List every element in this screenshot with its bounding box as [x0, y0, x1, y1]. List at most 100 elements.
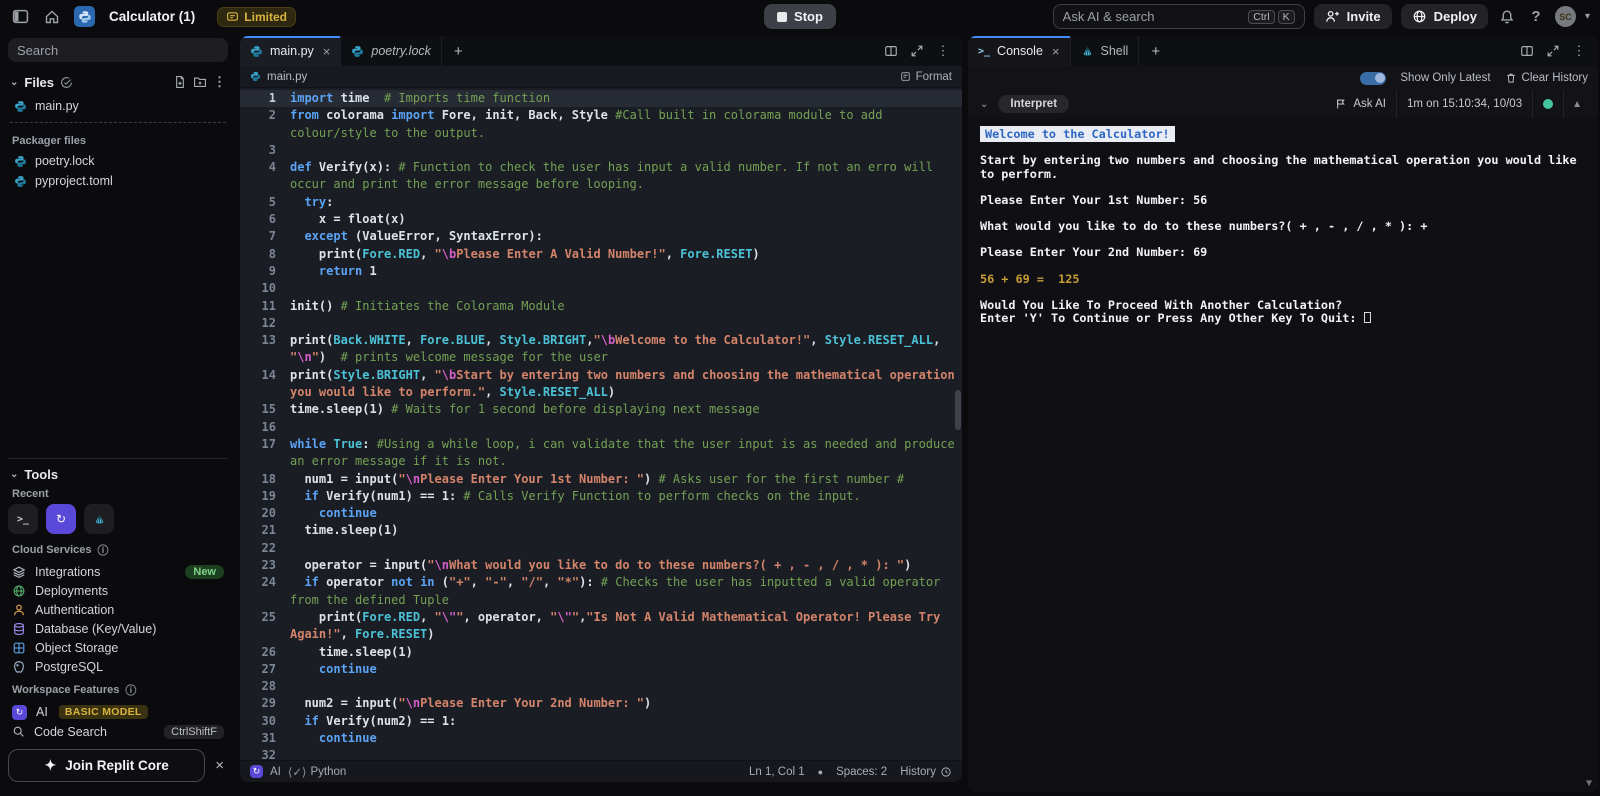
split-pane-icon[interactable]	[880, 40, 902, 62]
tool-item[interactable]: ↻ AI BASIC MODEL	[8, 702, 228, 722]
tab-main.py[interactable]: main.py ×	[240, 36, 342, 66]
expand-pane-icon[interactable]	[906, 40, 928, 62]
files-menu-kebab-icon[interactable]: ⋮	[213, 74, 226, 90]
ask-ai-search-input[interactable]: Ask AI & search Ctrl K	[1052, 4, 1305, 29]
code-line[interactable]: 6 x = float(x)	[240, 211, 962, 228]
help-icon[interactable]: ?	[1526, 7, 1546, 27]
tool-item[interactable]: Authentication	[8, 600, 228, 619]
scroll-down-icon[interactable]: ▼	[1586, 777, 1592, 790]
file-item[interactable]: main.py	[8, 96, 228, 116]
spaces-setting[interactable]: Spaces: 2	[836, 766, 887, 778]
join-replit-core-button[interactable]: ✦ Join Replit Core	[8, 749, 206, 782]
code-line[interactable]: 9 return 1	[240, 263, 962, 280]
sidebar-toggle-icon[interactable]	[10, 7, 30, 27]
code-line[interactable]: 8 print(Fore.RED, "\bPlease Enter A Vali…	[240, 246, 962, 263]
tools-header[interactable]: ⌄ Tools	[10, 467, 226, 482]
code-line[interactable]: 31 continue	[240, 730, 962, 747]
close-tab-icon[interactable]: ×	[1052, 44, 1060, 59]
tab-Console[interactable]: >_ Console ×	[968, 36, 1071, 66]
avatar[interactable]: SC	[1554, 6, 1576, 27]
new-file-icon[interactable]	[173, 75, 187, 89]
code-line[interactable]: 22	[240, 540, 962, 557]
deploy-button[interactable]: Deploy	[1400, 4, 1488, 29]
code-line[interactable]: 25 print(Fore.RED, "\"", operator, "\"",…	[240, 609, 962, 644]
packager-file-item[interactable]: pyproject.toml	[8, 171, 228, 191]
recent-tool-shell-icon[interactable]	[84, 504, 114, 534]
code-line[interactable]: 13 print(Back.WHITE, Fore.BLUE, Style.BRI…	[240, 332, 962, 367]
ai-status-icon[interactable]: ↻	[250, 765, 263, 778]
code-line[interactable]: 5 try:	[240, 194, 962, 211]
tab-poetry.lock[interactable]: poetry.lock	[341, 36, 442, 66]
ask-ai-button[interactable]: Ask AI	[1325, 90, 1396, 118]
code-line[interactable]: 14 print(Style.BRIGHT, "\bStart by enteri…	[240, 367, 962, 402]
code-line[interactable]: 18 num1 = input("\nPlease Enter Your 1st…	[240, 471, 962, 488]
new-folder-icon[interactable]	[193, 75, 207, 89]
close-tab-icon[interactable]: ×	[323, 44, 331, 59]
run-timestamp[interactable]: 1m on 15:10:34, 10/03	[1396, 90, 1532, 118]
sidebar-search-input[interactable]	[8, 38, 228, 62]
code-line[interactable]: 32	[240, 747, 962, 760]
editor-scrollbar[interactable]	[955, 390, 961, 430]
code-line[interactable]: 23 operator = input("\nWhat would you li…	[240, 557, 962, 574]
pane-menu-kebab-icon[interactable]: ⋮	[932, 40, 954, 62]
format-button[interactable]: Format	[900, 71, 952, 83]
pane-menu-kebab-icon[interactable]: ⋮	[1568, 40, 1590, 62]
ai-status-label[interactable]: AI	[270, 766, 281, 778]
tool-item[interactable]: PostgreSQL	[8, 657, 228, 676]
tab-Shell[interactable]: Shell	[1071, 36, 1140, 66]
code-editor[interactable]: 1 import time # Imports time function 2 fro…	[240, 88, 962, 760]
invite-button[interactable]: Invite	[1313, 4, 1392, 29]
stop-button[interactable]: Stop	[764, 4, 836, 29]
code-line[interactable]: 24 if operator not in ("+", "-", "/", "*…	[240, 574, 962, 609]
show-only-latest-toggle[interactable]	[1360, 71, 1387, 85]
code-line[interactable]: 12	[240, 315, 962, 332]
console-output[interactable]: Welcome to the Calculator! Start by enter…	[968, 118, 1598, 792]
tool-item[interactable]: Deployments	[8, 581, 228, 600]
split-pane-icon[interactable]	[1516, 40, 1538, 62]
code-line[interactable]: 26 time.sleep(1)	[240, 644, 962, 661]
code-line[interactable]: 10	[240, 280, 962, 297]
code-line[interactable]: 29 num2 = input("\nPlease Enter Your 2nd…	[240, 695, 962, 712]
tool-item[interactable]: Code Search CtrlShiftF	[8, 722, 228, 741]
tool-item[interactable]: Integrations New	[8, 562, 228, 581]
new-tab-button[interactable]: +	[442, 36, 475, 66]
packager-file-item[interactable]: poetry.lock	[8, 151, 228, 171]
code-line[interactable]: 30 if Verify(num2) == 1:	[240, 713, 962, 730]
code-line[interactable]: 2 from colorama import Fore, init, Back, …	[240, 107, 962, 142]
recent-tool-terminal-icon[interactable]: >_	[8, 504, 38, 534]
cursor-position[interactable]: Ln 1, Col 1	[749, 766, 805, 778]
files-header[interactable]: ⌄ Files ⋮	[10, 74, 226, 90]
recent-tool-ai-icon[interactable]: ↻	[46, 504, 76, 534]
clear-history-button[interactable]: Clear History	[1505, 72, 1588, 84]
dismiss-join-core-icon[interactable]: ×	[211, 757, 228, 774]
model-badge: BASIC MODEL	[58, 705, 148, 719]
expand-pane-icon[interactable]	[1542, 40, 1564, 62]
code-line[interactable]: 17 while True: #Using a while loop, i can…	[240, 436, 962, 471]
code-line[interactable]: 21 time.sleep(1)	[240, 522, 962, 539]
code-line[interactable]: 27 continue	[240, 661, 962, 678]
code-line[interactable]: 20 continue	[240, 505, 962, 522]
code-line[interactable]: 3	[240, 142, 962, 159]
home-icon[interactable]	[42, 7, 62, 27]
repl-title[interactable]: Calculator (1)	[109, 9, 195, 24]
tool-item[interactable]: Database (Key/Value)	[8, 619, 228, 638]
tool-item[interactable]: Object Storage	[8, 638, 228, 657]
interpret-pill[interactable]: Interpret	[998, 95, 1070, 113]
new-console-tab-button[interactable]: +	[1139, 36, 1172, 66]
code-line[interactable]: 11 init() # Initiates the Colorama Module	[240, 298, 962, 315]
code-line[interactable]: 4 def Verify(x): # Function to check the …	[240, 159, 962, 194]
history-button[interactable]: History	[900, 766, 952, 778]
breadcrumb-file[interactable]: main.py	[267, 71, 307, 83]
notifications-bell-icon[interactable]	[1497, 7, 1517, 27]
code-line[interactable]: 16	[240, 419, 962, 436]
code-line[interactable]: 1 import time # Imports time function	[240, 90, 962, 108]
code-line[interactable]: 7 except (ValueError, SyntaxError):	[240, 228, 962, 245]
limited-badge[interactable]: Limited	[217, 6, 296, 27]
code-line[interactable]: 15 time.sleep(1) # Waits for 1 second bef…	[240, 401, 962, 418]
console-line: Please Enter Your 2nd Number: 69	[980, 245, 1208, 260]
avatar-chevron-down-icon[interactable]: ▾	[1585, 11, 1590, 22]
code-line[interactable]: 28	[240, 678, 962, 695]
collapse-chevron-icon[interactable]: ⌄	[980, 99, 988, 110]
code-line[interactable]: 19 if Verify(num1) == 1: # Calls Verify …	[240, 488, 962, 505]
scroll-up-icon[interactable]: ▲	[1563, 90, 1590, 118]
